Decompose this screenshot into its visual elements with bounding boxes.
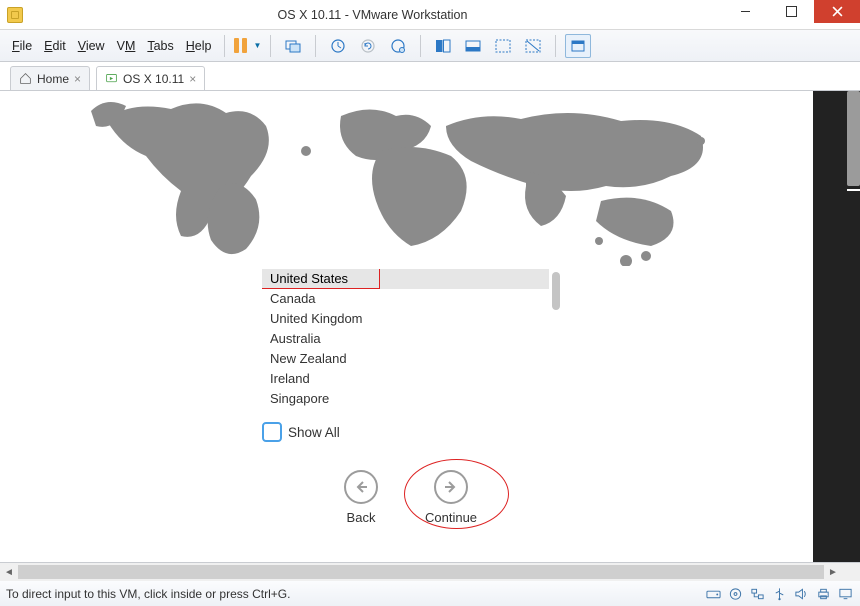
tab-strip: Home × OS X 10.11 × [0, 62, 860, 91]
close-icon[interactable]: × [74, 72, 81, 86]
tab-active-vm[interactable]: OS X 10.11 × [96, 66, 205, 90]
printer-icon[interactable] [815, 586, 832, 601]
status-bar: To direct input to this VM, click inside… [0, 581, 860, 606]
network-icon[interactable] [749, 586, 766, 601]
view-library-icon[interactable] [565, 34, 591, 58]
scrollbar-corner [842, 563, 860, 581]
world-map [9, 91, 813, 266]
harddisk-icon[interactable] [705, 586, 722, 601]
horizontal-scrollbar[interactable]: ◄ ► [0, 563, 860, 581]
back-arrow-icon [344, 470, 378, 504]
back-label: Back [344, 510, 378, 525]
app-icon [7, 7, 23, 23]
separator [224, 35, 225, 57]
scroll-right-button[interactable]: ► [824, 563, 842, 581]
separator [420, 35, 421, 57]
window-titlebar: OS X 10.11 - VMware Workstation [0, 0, 860, 30]
menu-help[interactable]: Help [182, 37, 216, 55]
view-unity-icon[interactable] [490, 34, 516, 58]
country-item[interactable]: United Kingdom [262, 309, 549, 329]
usb-icon[interactable] [771, 586, 788, 601]
country-listbox[interactable]: United States Canada United Kingdom Aust… [262, 269, 563, 415]
scrollbar-thumb[interactable] [552, 272, 560, 310]
display-icon[interactable] [837, 586, 854, 601]
menu-edit[interactable]: Edit [40, 37, 70, 55]
country-item-selected[interactable]: United States [262, 269, 549, 289]
view-single-icon[interactable] [520, 34, 546, 58]
cddvd-icon[interactable] [727, 586, 744, 601]
tab-label: Home [37, 72, 69, 86]
country-label: United Kingdom [270, 311, 363, 326]
country-label: Canada [270, 291, 316, 306]
tab-label: OS X 10.11 [123, 72, 184, 86]
country-list: United States Canada United Kingdom Aust… [262, 269, 549, 415]
annotation-highlight-continue [404, 459, 509, 529]
country-label: Australia [270, 331, 321, 346]
snapshot-revert-icon[interactable] [355, 34, 381, 58]
tab-home[interactable]: Home × [10, 66, 90, 90]
country-item[interactable]: New Zealand [262, 349, 549, 369]
country-item[interactable]: Singapore [262, 389, 549, 409]
view-fullscreen-icon[interactable] [460, 34, 486, 58]
vm-display-area[interactable]: United States Canada United Kingdom Aust… [0, 91, 860, 563]
country-label: Ireland [270, 371, 310, 386]
vm-vertical-scrollbar-thumb[interactable] [847, 91, 860, 186]
vm-icon [105, 72, 118, 85]
country-label: Singapore [270, 391, 329, 406]
menu-view[interactable]: View [74, 37, 109, 55]
status-device-icons [705, 586, 854, 601]
dropdown-icon[interactable]: ▼ [253, 41, 261, 50]
status-message: To direct input to this VM, click inside… [6, 587, 705, 601]
window-title: OS X 10.11 - VMware Workstation [23, 8, 722, 22]
show-all-checkbox-row: Show All [262, 422, 340, 442]
country-item[interactable]: Ireland [262, 369, 549, 389]
separator [315, 35, 316, 57]
send-ctrl-alt-del-icon[interactable] [280, 34, 306, 58]
osx-setup-pane[interactable]: United States Canada United Kingdom Aust… [9, 91, 813, 562]
show-all-label: Show All [288, 425, 340, 440]
scrollbar-track[interactable] [18, 565, 824, 579]
pause-button[interactable]: ▼ [234, 38, 261, 53]
menu-tabs[interactable]: Tabs [143, 37, 177, 55]
separator [270, 35, 271, 57]
country-label: New Zealand [270, 351, 347, 366]
vm-black-letterbox [813, 91, 860, 562]
window-minimize-button[interactable] [722, 0, 768, 23]
country-item[interactable]: Canada [262, 289, 549, 309]
snapshot-take-icon[interactable] [325, 34, 351, 58]
menu-bar: File Edit View VM Tabs Help ▼ [0, 30, 860, 62]
scrollbar-thumb[interactable] [18, 565, 824, 579]
snapshot-manager-icon[interactable] [385, 34, 411, 58]
annotation-highlight [262, 269, 380, 289]
scroll-left-button[interactable]: ◄ [0, 563, 18, 581]
vm-vertical-scrollbar-tick [847, 189, 860, 191]
close-icon[interactable]: × [189, 72, 196, 86]
window-maximize-button[interactable] [768, 0, 814, 23]
separator [555, 35, 556, 57]
country-item[interactable]: Australia [262, 329, 549, 349]
home-icon [19, 72, 32, 85]
show-all-checkbox[interactable] [262, 422, 282, 442]
back-button[interactable]: Back [344, 470, 378, 525]
listbox-scrollbar[interactable] [549, 269, 563, 415]
window-close-button[interactable] [814, 0, 860, 23]
view-console-icon[interactable] [430, 34, 456, 58]
sound-icon[interactable] [793, 586, 810, 601]
menu-file[interactable]: File [8, 37, 36, 55]
window-controls [722, 0, 860, 23]
menu-vm[interactable]: VM [113, 37, 140, 55]
